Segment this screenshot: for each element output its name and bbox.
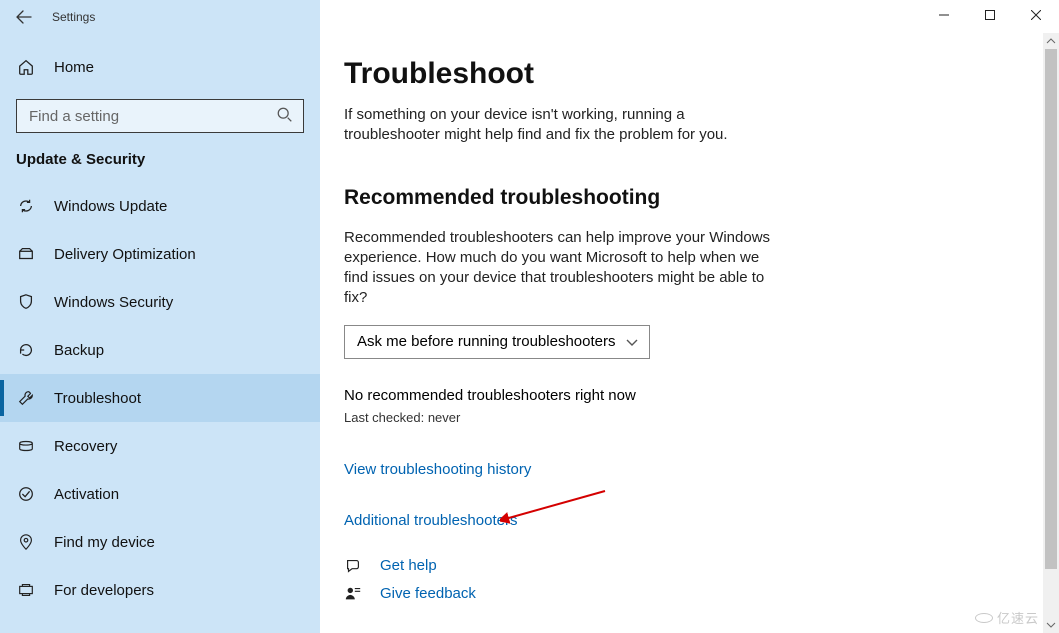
search-icon[interactable] [276, 106, 294, 129]
sidebar-item-for-developers[interactable]: For developers [0, 566, 320, 614]
caret-up-icon [1046, 36, 1056, 46]
activation-icon [16, 485, 36, 503]
sidebar-item-troubleshoot[interactable]: Troubleshoot [0, 374, 320, 422]
wrench-icon [16, 389, 36, 407]
sidebar-item-delivery-optimization[interactable]: Delivery Optimization [0, 230, 320, 278]
main-content: Troubleshoot If something on your device… [320, 33, 1059, 633]
scroll-thumb[interactable] [1045, 49, 1057, 569]
back-button[interactable] [0, 0, 48, 33]
sidebar: Home Update & Security Windows Update [0, 33, 320, 633]
page-title: Troubleshoot [344, 57, 1035, 91]
additional-troubleshooters-link[interactable]: Additional troubleshooters [344, 512, 1035, 529]
get-help-link[interactable]: Get help [380, 557, 437, 574]
app-title: Settings [52, 10, 95, 24]
sidebar-item-backup[interactable]: Backup [0, 326, 320, 374]
recommended-desc: Recommended troubleshooters can help imp… [344, 228, 784, 309]
watermark: 亿速云 [975, 608, 1039, 627]
maximize-icon [985, 10, 995, 20]
sidebar-item-recovery[interactable]: Recovery [0, 422, 320, 470]
sidebar-home-label: Home [54, 59, 94, 76]
sidebar-section-title: Update & Security [0, 151, 320, 182]
home-icon [16, 58, 36, 76]
sidebar-home[interactable]: Home [0, 45, 320, 89]
page-intro: If something on your device isn't workin… [344, 105, 784, 146]
last-checked-text: Last checked: never [344, 410, 1035, 425]
sidebar-item-activation[interactable]: Activation [0, 470, 320, 518]
chevron-down-icon [625, 335, 639, 349]
recommended-mode-dropdown[interactable]: Ask me before running troubleshooters [344, 325, 650, 359]
sidebar-item-label: Backup [54, 342, 104, 359]
sidebar-item-label: Activation [54, 486, 119, 503]
minimize-icon [939, 10, 949, 20]
sidebar-item-label: Find my device [54, 534, 155, 551]
sidebar-item-label: Delivery Optimization [54, 246, 196, 263]
sidebar-item-label: Recovery [54, 438, 117, 455]
back-arrow-icon [16, 9, 32, 25]
window-minimize-button[interactable] [921, 0, 967, 30]
sidebar-item-label: Windows Security [54, 294, 173, 311]
sidebar-item-label: For developers [54, 582, 154, 599]
shield-icon [16, 293, 36, 311]
close-icon [1031, 10, 1041, 20]
sidebar-item-label: Troubleshoot [54, 390, 141, 407]
window-close-button[interactable] [1013, 0, 1059, 30]
titlebar: Settings [0, 0, 1059, 33]
window-maximize-button[interactable] [967, 0, 1013, 30]
recovery-icon [16, 437, 36, 455]
recommended-heading: Recommended troubleshooting [344, 186, 1035, 210]
developers-icon [16, 581, 36, 599]
view-history-link[interactable]: View troubleshooting history [344, 461, 1035, 478]
scroll-up-button[interactable] [1043, 33, 1059, 49]
backup-icon [16, 341, 36, 359]
dropdown-value: Ask me before running troubleshooters [357, 333, 615, 350]
no-recommended-text: No recommended troubleshooters right now [344, 387, 1035, 404]
feedback-icon [344, 585, 362, 603]
scroll-down-button[interactable] [1043, 617, 1059, 633]
caret-down-icon [1046, 620, 1056, 630]
delivery-icon [16, 245, 36, 263]
sidebar-item-windows-update[interactable]: Windows Update [0, 182, 320, 230]
sidebar-item-label: Windows Update [54, 198, 167, 215]
search-input[interactable] [16, 99, 304, 133]
sidebar-item-find-my-device[interactable]: Find my device [0, 518, 320, 566]
location-icon [16, 533, 36, 551]
give-feedback-link[interactable]: Give feedback [380, 585, 476, 602]
sidebar-item-windows-security[interactable]: Windows Security [0, 278, 320, 326]
sync-icon [16, 197, 36, 215]
get-help-icon [344, 557, 362, 575]
vertical-scrollbar[interactable] [1043, 33, 1059, 633]
